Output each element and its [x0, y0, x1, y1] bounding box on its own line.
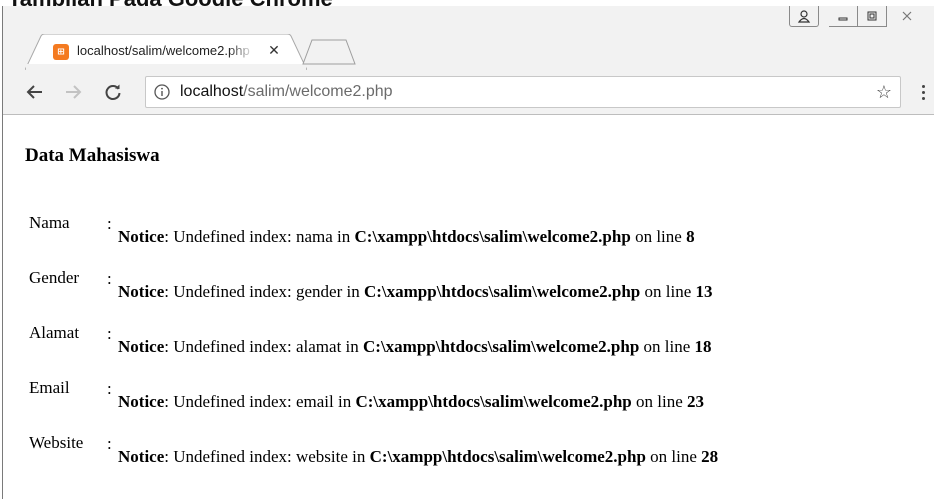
notice-text: : Undefined index: website in [164, 447, 370, 466]
on-line-text: on line [645, 447, 702, 466]
field-colon: : [107, 379, 112, 398]
page-heading: Data Mahasiswa [25, 145, 160, 166]
notice-keyword: Notice [118, 337, 165, 356]
line-number: 18 [694, 337, 712, 356]
tab-active[interactable]: ⊞ localhost/salim/welcome2.php ✕ [25, 34, 307, 70]
arrow-left-icon [26, 85, 42, 99]
person-icon [797, 10, 811, 23]
file-path: C:\xampp\htdocs\salim\welcome2.php [363, 282, 641, 301]
on-line-text: on line [630, 227, 687, 246]
kebab-menu-icon[interactable] [915, 80, 931, 104]
line-number: 23 [687, 392, 704, 411]
line-number: 28 [701, 447, 719, 466]
screenshot: Tampilan Pada Google Chrome ⊞ localhost/… [0, 0, 934, 499]
address-bar[interactable]: localhost/salim/welcome2.php ☆ [145, 76, 901, 108]
notice-message: Notice: Undefined index: nama in C:\xamp… [118, 227, 695, 247]
tab-close-icon[interactable]: ✕ [265, 41, 283, 59]
page-content: Data Mahasiswa Nama: Notice: Undefined in… [3, 115, 934, 499]
close-window-button[interactable] [887, 6, 927, 26]
browser-window: ⊞ localhost/salim/welcome2.php ✕ localho… [2, 6, 934, 499]
xampp-favicon-icon: ⊞ [53, 44, 69, 60]
browser-toolbar: localhost/salim/welcome2.php ☆ [3, 70, 934, 115]
notice-keyword: Notice [118, 447, 165, 466]
url-host: localhost [180, 83, 244, 100]
field-label: Alamat [29, 323, 80, 342]
notice-message: Notice: Undefined index: gender in C:\xa… [118, 282, 713, 302]
notice-message: Notice: Undefined index: website in C:\x… [118, 447, 718, 467]
maximize-icon [867, 11, 877, 21]
url-path: /salim/welcome2.php [243, 83, 393, 100]
bookmark-star-icon[interactable]: ☆ [876, 82, 892, 102]
tab-title: localhost/salim/welcome2.php [77, 43, 250, 58]
on-line-text: on line [639, 337, 695, 356]
file-path: C:\xampp\htdocs\salim\welcome2.php [363, 337, 640, 356]
list-item: Nama: Notice: Undefined index: nama in C:… [3, 213, 934, 253]
profile-icon[interactable] [789, 6, 819, 27]
field-label: Website [29, 433, 84, 452]
info-icon[interactable] [154, 84, 170, 100]
field-colon: : [107, 324, 112, 343]
field-label: Email [29, 378, 70, 397]
back-button[interactable] [23, 80, 47, 104]
on-line-text: on line [640, 282, 696, 301]
line-number: 8 [686, 227, 695, 246]
minimize-icon [838, 17, 848, 21]
url-text[interactable]: localhost/salim/welcome2.php [180, 83, 393, 101]
list-item: Alamat: Notice: Undefined index: alamat i… [3, 323, 934, 363]
file-path: C:\xampp\htdocs\salim\welcome2.php [354, 227, 631, 246]
list-item: Website: Notice: Undefined index: website… [3, 433, 934, 473]
list-item: Gender: Notice: Undefined index: gender i… [3, 268, 934, 308]
notice-keyword: Notice [118, 392, 165, 411]
notice-keyword: Notice [118, 282, 165, 301]
field-label: Nama [29, 213, 70, 232]
minimize-button[interactable] [829, 6, 858, 27]
line-number: 13 [695, 282, 713, 301]
arrow-right-icon [66, 85, 82, 99]
forward-button[interactable] [61, 80, 85, 104]
field-colon: : [107, 269, 112, 288]
file-path: C:\xampp\htdocs\salim\welcome2.php [369, 447, 646, 466]
on-line-text: on line [631, 392, 687, 411]
tab-strip: ⊞ localhost/salim/welcome2.php ✕ [3, 6, 934, 70]
reload-icon [105, 84, 121, 100]
notice-keyword: Notice [118, 227, 165, 246]
new-tab-button[interactable] [301, 39, 357, 65]
list-item: Email: Notice: Undefined index: email in … [3, 378, 934, 418]
window-controls [789, 6, 927, 30]
notice-text: : Undefined index: email in [164, 392, 356, 411]
new-tab-icon [302, 39, 356, 65]
field-colon: : [107, 434, 112, 453]
field-colon: : [107, 214, 112, 233]
notice-text: : Undefined index: nama in [164, 227, 355, 246]
notice-message: Notice: Undefined index: email in C:\xam… [118, 392, 704, 412]
notice-text: : Undefined index: gender in [164, 282, 364, 301]
maximize-button[interactable] [858, 6, 887, 27]
file-path: C:\xampp\htdocs\salim\welcome2.php [355, 392, 632, 411]
notice-text: : Undefined index: alamat in [164, 337, 364, 356]
close-icon [902, 11, 912, 21]
field-label: Gender [29, 268, 80, 287]
reload-button[interactable] [101, 80, 125, 104]
notice-message: Notice: Undefined index: alamat in C:\xa… [118, 337, 712, 357]
